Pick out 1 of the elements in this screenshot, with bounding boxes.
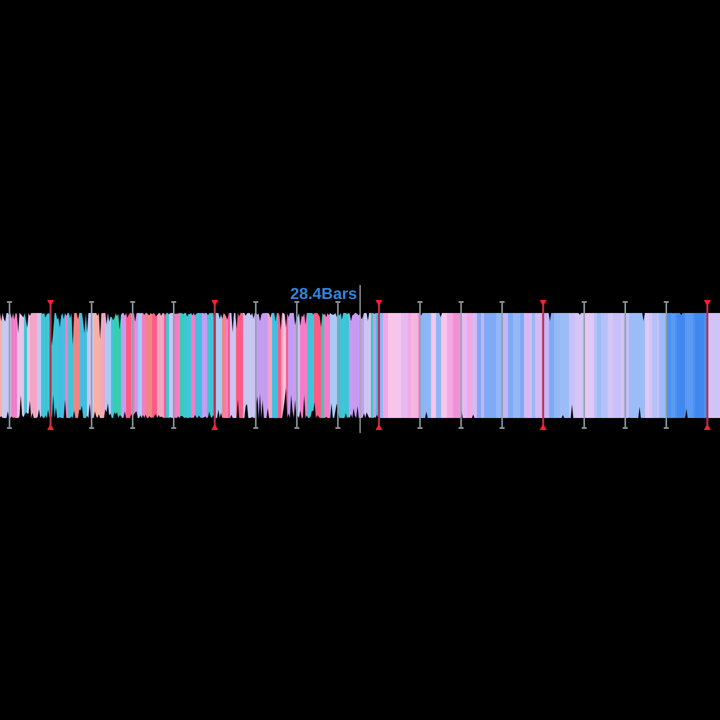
position-label: 28.4Bars xyxy=(290,286,357,303)
